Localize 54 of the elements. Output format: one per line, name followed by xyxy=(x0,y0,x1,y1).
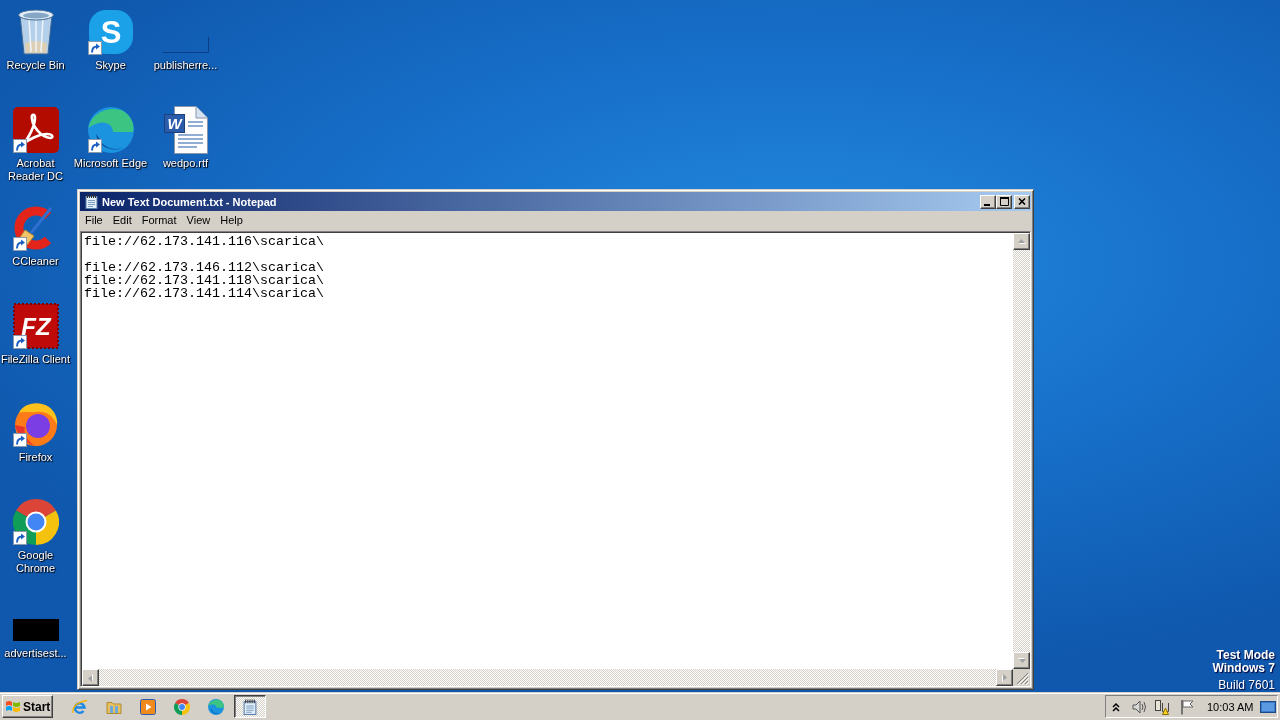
system-notice-text: Test Mode xyxy=(1216,649,1275,662)
tray-clock[interactable]: 10:03 AM xyxy=(1207,700,1254,713)
desktop-icon-label[interactable]: Acrobat Reader DC xyxy=(0,157,73,183)
edge-icon[interactable] xyxy=(87,107,134,153)
desktop-icon-label[interactable]: Recycle Bin xyxy=(6,59,65,72)
chrome-icon[interactable] xyxy=(174,698,190,715)
desktop-icon-label[interactable]: advertisest... xyxy=(4,647,67,660)
left-arrow-icon xyxy=(88,673,93,682)
close-button[interactable] xyxy=(1014,194,1030,209)
system-notice-text: Windows 7 xyxy=(1212,662,1275,675)
chrome-icon[interactable] xyxy=(12,499,59,545)
desktop-icon-label[interactable]: CCleaner xyxy=(12,255,59,268)
speaker-icon[interactable] xyxy=(1131,698,1147,715)
minimize-button[interactable] xyxy=(980,194,996,209)
desktop-icon-label[interactable]: Google Chrome xyxy=(0,549,73,575)
show-hidden-icons-button[interactable] xyxy=(1112,701,1120,712)
desktop-icon-label[interactable]: Firefox xyxy=(18,451,53,464)
acrobat-icon[interactable] xyxy=(12,107,59,153)
system-notice-text: Build 7601 xyxy=(1218,679,1275,692)
windows-logo-icon xyxy=(5,699,21,714)
desktop-icon-label[interactable]: wedpo.rtf xyxy=(162,157,209,170)
menu-item[interactable]: View xyxy=(181,212,216,229)
network-warning-icon[interactable] xyxy=(1153,698,1170,715)
menu-item[interactable]: Format xyxy=(136,212,182,229)
edge-icon[interactable] xyxy=(208,698,224,715)
media-player-icon[interactable] xyxy=(140,698,156,715)
close-icon xyxy=(1018,198,1026,205)
menu-item[interactable]: Help xyxy=(215,212,248,229)
size-grip-icon[interactable] xyxy=(1017,673,1029,685)
down-arrow-icon xyxy=(1017,658,1026,663)
right-arrow-icon xyxy=(1002,673,1007,682)
recycle-bin-icon[interactable] xyxy=(16,9,55,55)
desktop-icon-label[interactable]: FileZilla Client xyxy=(0,353,71,366)
menu-item[interactable]: File xyxy=(80,212,108,229)
firefox-icon[interactable] xyxy=(12,401,59,447)
notepad-icon xyxy=(84,194,99,209)
filezilla-icon[interactable]: FZ xyxy=(12,303,59,349)
start-button[interactable]: Start xyxy=(2,695,53,718)
minimize-icon xyxy=(984,203,990,206)
notepad-icon xyxy=(242,698,258,715)
maximize-button[interactable] xyxy=(996,194,1012,209)
text-editor[interactable]: file://62.173.141.116\scarica\ file://62.173.146.112\scarica\ file://62.173.141.118\scarica\ file://62.173.141.114\scarica\ xyxy=(82,233,1013,669)
menu-item[interactable]: Edit xyxy=(107,212,137,229)
window-title: New Text Document.txt - Notepad xyxy=(102,195,277,208)
desktop-icon-label[interactable]: Microsoft Edge xyxy=(73,157,148,170)
desktop-icon-label[interactable]: publisherre... xyxy=(153,59,218,72)
show-desktop-icon[interactable] xyxy=(1260,700,1276,713)
notepad-task-button[interactable] xyxy=(234,695,266,718)
file-thumbnail-icon[interactable] xyxy=(12,619,59,641)
up-arrow-icon xyxy=(1017,239,1026,244)
chevron-up-icon xyxy=(1112,701,1120,712)
flag-icon[interactable] xyxy=(1180,698,1194,715)
maximize-icon xyxy=(999,197,1009,206)
desktop-icon-label[interactable]: Skype xyxy=(95,59,126,72)
